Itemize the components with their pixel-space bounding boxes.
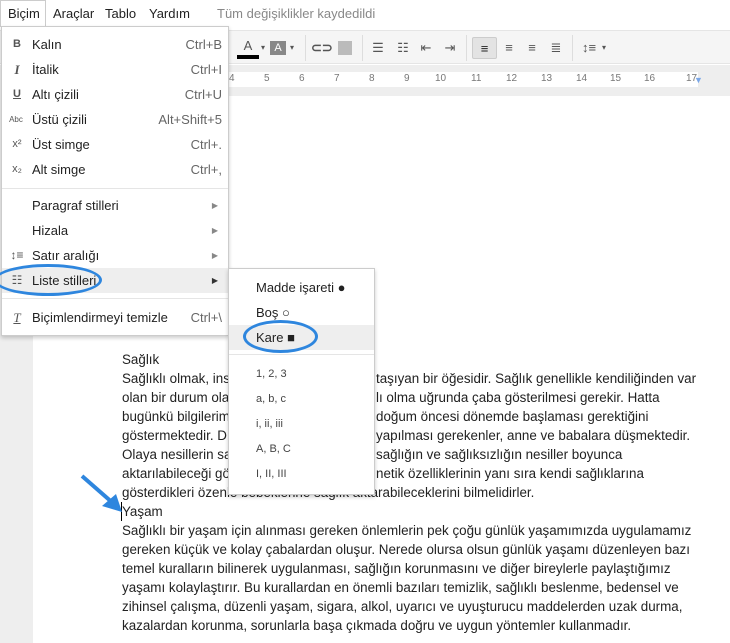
text-line: gösterdikleri özenle bebeklerine sağlık … (122, 485, 535, 500)
divider (362, 35, 363, 61)
list-styles-submenu: Madde işareti ● Boş ○ Kare ■ 1, 2, 3 a, … (228, 268, 375, 495)
ruler-tick: 7 (334, 73, 340, 84)
submenu-item-lower-roman[interactable]: i, ii, iii (229, 412, 374, 437)
text-line: yaşamı kolaylaştırır. Bu kurallardan en … (122, 580, 679, 595)
save-status: Tüm değişiklikler kaydedildi (217, 6, 376, 21)
heading: Yaşam (121, 502, 702, 521)
highlight-oval-square (243, 320, 318, 353)
ruler-tick: 13 (541, 73, 553, 84)
submenu-arrow-icon: ▶ (211, 201, 218, 210)
increase-indent-icon[interactable]: ⇥ (442, 37, 458, 59)
submenu-arrow-icon: ▶ (211, 251, 218, 260)
chevron-down-icon[interactable]: ▾ (259, 37, 267, 59)
clear-formatting-icon: T (13, 310, 21, 325)
document-body[interactable]: Sağlık Sağlıklı olmak, ins taşıyan bir öğ… (121, 350, 702, 635)
text-line: Sağlıklı olmak, ins taşıyan bir öğesidir.… (122, 371, 697, 386)
line-spacing-icon: ↕≡ (10, 248, 24, 262)
text-line: göstermektedir. Dyapılması gerekenler, a… (122, 428, 691, 443)
text-line: temel kuralların bilinerek uygulanması, … (122, 561, 671, 576)
menu-bar: Biçim Araçlar Tablo Yardım Tüm değişikli… (0, 0, 730, 28)
text-color-icon[interactable]: A (237, 37, 259, 59)
underline-icon: U (13, 88, 21, 100)
ruler-tick: 11 (471, 73, 482, 84)
menu-bicim[interactable]: Biçim (8, 6, 40, 21)
decrease-indent-icon[interactable]: ⇤ (418, 37, 434, 59)
subscript-icon: x₂ (12, 163, 22, 175)
ruler-tick: 8 (369, 73, 375, 84)
submenu-item-upper-alpha[interactable]: A, B, C (229, 437, 374, 462)
text-line: bugünkü bilgilerim doğum öncesi dönemde b… (122, 409, 649, 424)
menu-item-paragraph-styles[interactable]: Paragraf stilleri ▶ (2, 193, 228, 218)
divider (229, 354, 374, 355)
text-line: kazalardan korunma, sorunlarla başa çıkm… (122, 618, 632, 633)
menu-item-underline[interactable]: U Altı çizili Ctrl+U (2, 82, 228, 107)
divider (572, 35, 573, 61)
submenu-item-lower-alpha[interactable]: a, b, c (229, 387, 374, 412)
menu-tablo[interactable]: Tablo (105, 6, 136, 21)
menu-item-bold[interactable]: B Kalın Ctrl+B (2, 32, 228, 57)
submenu-item-numeric[interactable]: 1, 2, 3 (229, 362, 374, 387)
menu-item-strikethrough[interactable]: Abc Üstü çizili Alt+Shift+5 (2, 107, 228, 132)
divider (466, 35, 467, 61)
superscript-icon: x² (12, 138, 22, 150)
ruler-tick: 15 (610, 73, 622, 84)
menu-yardim[interactable]: Yardım (149, 6, 190, 21)
ruler-tick: 12 (506, 73, 518, 84)
divider (2, 298, 228, 299)
text-line: olan bir durum ola lı olma uğrunda çaba g… (122, 390, 660, 405)
ruler-tick: 6 (299, 73, 305, 84)
ruler[interactable]: 4 5 6 7 8 9 10 11 12 13 14 15 16 17 ▼ (228, 72, 703, 87)
submenu-item-upper-roman[interactable]: I, II, III (229, 462, 374, 487)
ruler-tick: 16 (644, 73, 656, 84)
ruler-tick: 4 (229, 73, 235, 84)
arrow-annotation-icon (80, 474, 122, 512)
link-icon[interactable]: ⊂⊃ (311, 37, 333, 59)
submenu-item-bullet[interactable]: Madde işareti ● (229, 275, 374, 300)
heading: Sağlık (122, 352, 160, 367)
align-right-icon[interactable]: ≡ (524, 37, 540, 59)
submenu-arrow-icon: ▶ (211, 226, 218, 235)
menu-item-align[interactable]: Hizala ▶ (2, 218, 228, 243)
menu-item-italic[interactable]: I İtalik Ctrl+I (2, 57, 228, 82)
image-icon[interactable] (338, 41, 352, 55)
strikethrough-icon: Abc (9, 115, 23, 124)
menu-item-subscript[interactable]: x₂ Alt simge Ctrl+, (2, 157, 228, 182)
divider (305, 35, 306, 61)
italic-icon: I (14, 62, 20, 77)
highlight-color-icon[interactable]: A (270, 41, 286, 55)
ruler-tick: 9 (404, 73, 410, 84)
menu-araclar[interactable]: Araçlar (53, 6, 94, 21)
text-line: aktarılabileceği gö netik özelliklerinin … (122, 466, 644, 481)
menu-item-clear-formatting[interactable]: T Biçimlendirmeyi temizle Ctrl+\ (2, 305, 228, 330)
text-line: gereken küçük ve kolay çabalardan oluşur… (122, 542, 690, 557)
text-line: zihinsel çalışma, düzenli yaşam, sigara,… (122, 599, 683, 614)
text-line: Olaya nesillerin sa sağlığın ve sağlıksız… (122, 447, 623, 462)
bold-icon: B (13, 38, 21, 50)
numbered-list-icon[interactable]: ☰ (370, 37, 386, 59)
submenu-item-hollow[interactable]: Boş ○ (229, 300, 374, 325)
text-line: Sağlıklı bir yaşam için alınması gereken… (122, 523, 692, 538)
divider (2, 188, 228, 189)
menu-item-superscript[interactable]: x² Üst simge Ctrl+. (2, 132, 228, 157)
line-spacing-icon[interactable]: ↕≡ (580, 37, 598, 59)
submenu-arrow-icon: ▶ (211, 276, 218, 285)
justify-icon[interactable]: ≣ (548, 37, 564, 59)
align-left-icon[interactable]: ≡ (472, 37, 497, 59)
ruler-tick: 10 (435, 73, 447, 84)
chevron-down-icon[interactable]: ▾ (288, 37, 296, 59)
right-indent-marker-icon[interactable]: ▼ (694, 75, 703, 85)
align-center-icon[interactable]: ≡ (501, 37, 517, 59)
ruler-tick: 14 (576, 73, 588, 84)
bulleted-list-icon[interactable]: ☷ (395, 37, 411, 59)
ruler-tick: 5 (264, 73, 270, 84)
chevron-down-icon[interactable]: ▾ (600, 37, 608, 59)
